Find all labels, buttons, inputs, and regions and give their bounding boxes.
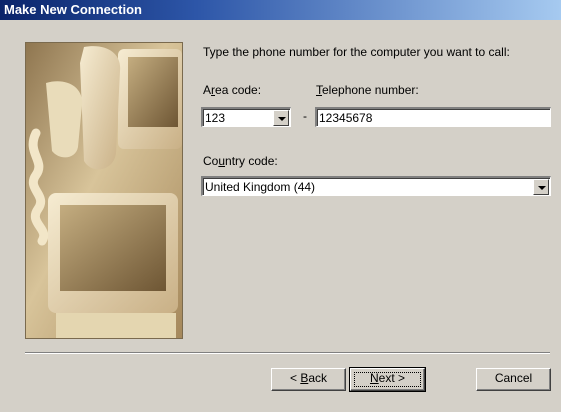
area-code-value: 123 <box>205 111 226 125</box>
telephone-number-input[interactable]: 12345678 <box>315 107 551 127</box>
telephone-number-value: 12345678 <box>319 111 373 125</box>
area-code-separator: - <box>303 109 307 123</box>
country-code-combobox[interactable]: United Kingdom (44) <box>201 176 551 196</box>
make-new-connection-dialog: Make New Connection Type the phone numbe… <box>0 0 561 412</box>
next-button[interactable]: Next > <box>349 367 426 392</box>
instruction-text: Type the phone number for the computer y… <box>203 45 510 59</box>
country-code-value: United Kingdom (44) <box>205 180 316 194</box>
area-code-combobox[interactable]: 123 <box>201 107 291 127</box>
telephone-number-label: Telephone number: <box>316 83 419 97</box>
title-bar[interactable]: Make New Connection <box>0 0 561 20</box>
wizard-illustration <box>25 42 183 339</box>
separator <box>25 352 550 354</box>
window-title: Make New Connection <box>4 2 142 17</box>
cancel-button[interactable]: Cancel <box>476 368 551 391</box>
country-code-label: Country code: <box>203 154 278 168</box>
chevron-down-icon[interactable] <box>273 110 289 126</box>
area-code-label: Area code: <box>203 83 262 97</box>
back-button[interactable]: < Back <box>271 368 346 391</box>
chevron-down-icon[interactable] <box>533 179 549 195</box>
